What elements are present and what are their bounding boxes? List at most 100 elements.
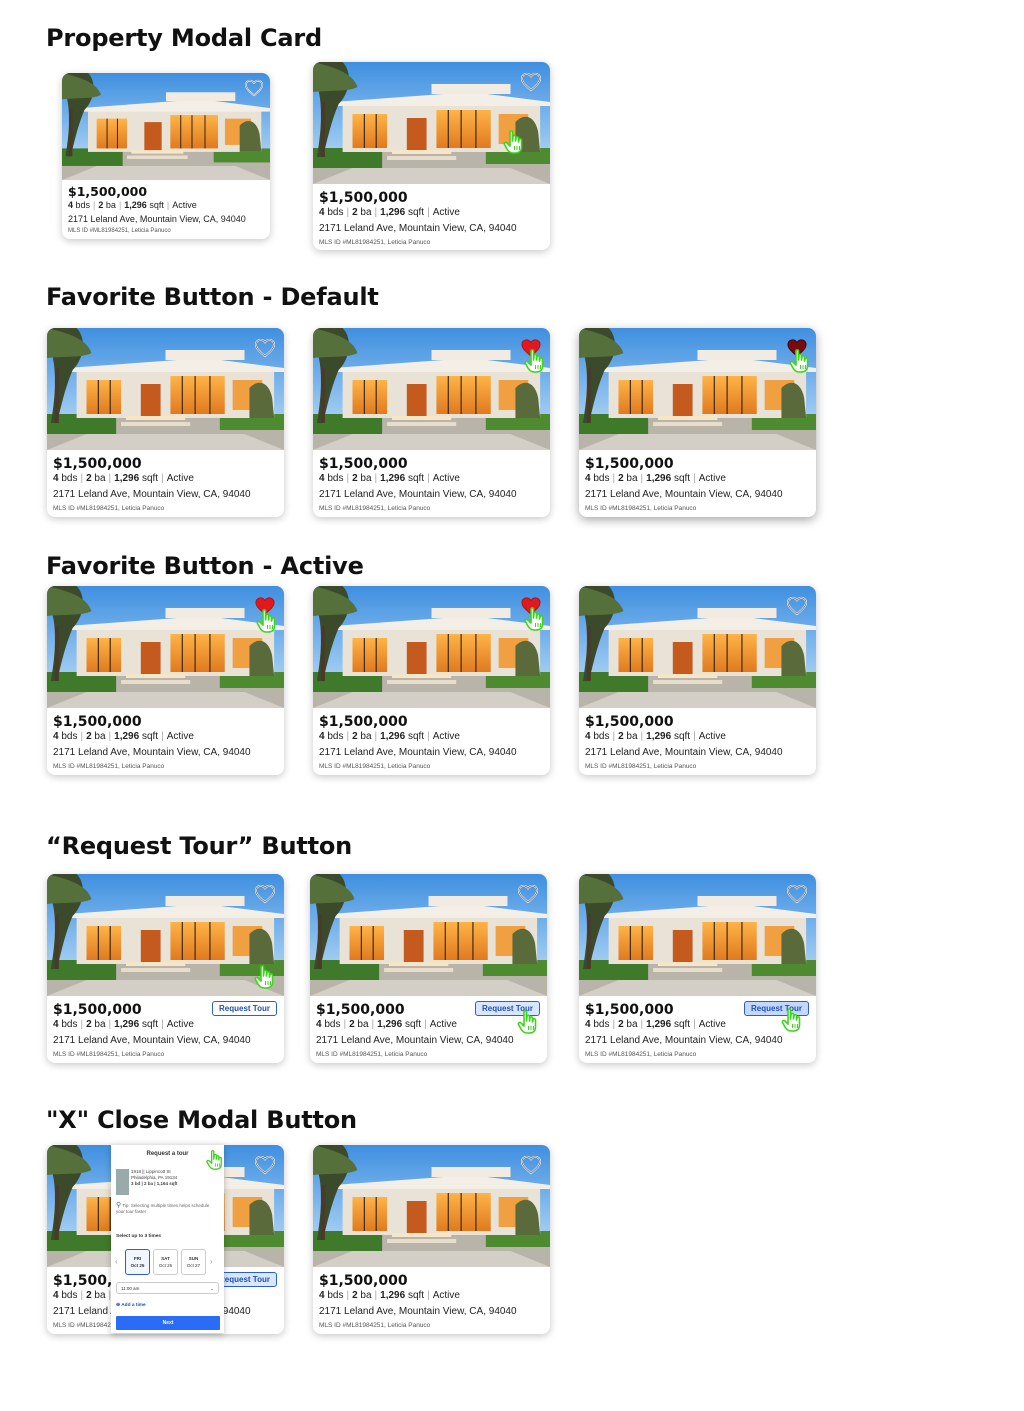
mls-id: MLS ID #ML81984251, Leticia Panuco [53, 1051, 165, 1058]
pointer-hand-icon [502, 129, 526, 155]
mls-id: MLS ID #ML81984251, Leticia Panuco [316, 1051, 428, 1058]
time-select[interactable]: 11:00 am ⌄ [116, 1282, 219, 1294]
next-button[interactable]: Next [116, 1316, 220, 1330]
property-address: 2171 Leland Ave, Mountain View, CA, 9404… [53, 489, 251, 500]
day-option[interactable]: FRI Oct 25 [125, 1249, 150, 1275]
section-title-close-modal: "X" Close Modal Button [46, 1106, 357, 1134]
property-address: 2171 Leland Ave, Mountain View, CA, 9404… [53, 1035, 251, 1046]
property-photo [579, 328, 816, 450]
heart-outline-icon[interactable] [786, 884, 808, 904]
property-card[interactable]: $1,500,000 4 bds | 2 ba | 1,296 sqft | Active … [62, 73, 270, 239]
section-title-favorite-default: Favorite Button - Default [46, 283, 379, 311]
property-facts: 4 bds|2 ba|1,296 sqft|Active [316, 1019, 457, 1030]
property-address: 2171 Leland Ave, Mountain View, CA, 9404… [319, 223, 517, 234]
property-facts: 4 bds|2 ba|1,296 sqft|Active [53, 473, 194, 484]
property-photo [47, 328, 284, 450]
heart-outline-icon[interactable] [244, 79, 264, 97]
modal-property-address: 1918 || Lippincott St Philadelphia, PA 1… [131, 1169, 178, 1186]
property-address: 2171 Leland Ave, Mountain View, CA, 9404… [319, 1306, 517, 1317]
property-card[interactable]: $1,500,000 4 bds | 2 ba | 1,296 sqft | Active … [579, 586, 816, 775]
property-facts: 4 bds|2 ba|1,296 sqft|Active [53, 1019, 194, 1030]
property-photo [313, 1145, 550, 1267]
pointer-hand-icon [788, 348, 812, 374]
request-tour-modal: Request a tour 1918 || Lippincott St Phi… [111, 1145, 224, 1333]
day-option[interactable]: SUN Oct 27 [181, 1249, 206, 1275]
property-photo [579, 586, 816, 708]
price: $1,500,000 [585, 456, 674, 472]
property-card-hover[interactable]: $1,500,000 4 bds | 2 ba | 1,296 sqft | Active … [313, 62, 550, 250]
location-pin-icon: ⚲ [116, 1202, 122, 1209]
mls-id: MLS ID #ML81984251, Leticia Panuco [319, 505, 431, 512]
chevron-left-icon[interactable]: ‹ [115, 1257, 118, 1266]
property-facts: 4 bds|2 ba|1,296 sqft|Active [585, 473, 726, 484]
heart-outline-icon[interactable] [517, 884, 539, 904]
property-address: 2171 Leland Ave, Mountain View, CA, 9404… [316, 1035, 514, 1046]
pointer-hand-icon [253, 964, 277, 990]
property-photo [313, 328, 550, 450]
price: $1,500,000 [68, 184, 148, 199]
modal-tip: ⚲ Tip: Selecting multiple times helps sc… [116, 1202, 210, 1214]
section-title-request-tour: “Request Tour” Button [46, 832, 353, 860]
heart-outline-icon[interactable] [786, 596, 808, 616]
property-card[interactable]: $1,500,000 4 bds | 2 ba | 1,296 sqft | Active … [313, 1145, 550, 1334]
property-card[interactable]: $1,500,000 4 bds | 2 ba | 1,296 sqft | Active … [313, 586, 550, 775]
heart-outline-icon[interactable] [254, 884, 276, 904]
property-card[interactable]: Request Tour $1,500,000 4 bds|2 ba|1,296… [579, 874, 816, 1063]
property-card[interactable]: $1,500,000 4 bds | 2 ba | 1,296 sqft | Active … [579, 328, 816, 517]
price: $1,500,000 [53, 1002, 142, 1018]
property-card[interactable]: $1,500,000 4 bds | 2 ba | 1,296 sqft | Active … [47, 328, 284, 517]
heart-outline-icon[interactable] [520, 72, 542, 92]
heart-outline-icon[interactable] [254, 1155, 276, 1175]
property-facts: 4 bds|2 ba|1,296 sqft|Active [319, 207, 460, 218]
property-card[interactable]: $1,500,000 4 bds | 2 ba | 1,296 sqft | Active … [47, 586, 284, 775]
mls-id: MLS ID #ML81984251, Leticia Panuco [53, 763, 165, 770]
pointer-hand-icon [523, 606, 547, 632]
property-facts: 4 bds|2 ba|1,296 sqft|Active [319, 473, 460, 484]
property-card[interactable]: Request Tour $1,500,000 4 bds|2 ba|1,296… [47, 874, 284, 1063]
pointer-hand-icon [255, 608, 279, 634]
property-card[interactable]: Request Tour $1,500,000 4 bds|2 ba|1,296… [310, 874, 547, 1063]
section-title-property-modal-card: Property Modal Card [46, 24, 323, 52]
property-address: 2171 Leland Ave, Mountain View, CA, 9404… [585, 1035, 783, 1046]
day-option[interactable]: SAT Oct 26 [153, 1249, 178, 1275]
property-thumbnail [116, 1169, 129, 1195]
price: $1,500,000 [585, 714, 674, 730]
property-facts: 4 bds|2 ba|1,296 sqft|Active [585, 1019, 726, 1030]
mls-id: MLS ID #ML81984251, Leticia Panuco [53, 505, 165, 512]
mls-id: MLS ID #ML81984251, Leticia Panuco [319, 239, 431, 246]
pointer-hand-icon [205, 1149, 225, 1171]
price: $1,500,000 [53, 456, 142, 472]
price: $1,500,000 [319, 714, 408, 730]
mls-id: MLS ID #ML81984251, Leticia Panuco [68, 228, 171, 234]
property-address: 2171 Leland Ave, Mountain View, CA, 9404… [53, 747, 251, 758]
property-photo [47, 874, 284, 996]
price: $1,500,000 [585, 1002, 674, 1018]
property-facts: 4 bds|2 ba|1,296 sqft|Active [319, 1290, 460, 1301]
property-address: 2171 Leland Ave, Mountain View, CA, 9404… [319, 489, 517, 500]
property-photo [313, 62, 550, 184]
property-address: 2171 Leland Ave, Mountain View, CA, 9404… [585, 489, 783, 500]
mls-id: MLS ID #ML81984251, Leticia Panuco [585, 1051, 697, 1058]
price: $1,500,000 [319, 456, 408, 472]
property-photo [62, 73, 270, 180]
property-address: 2171 Leland Ave, Mountain View, CA, 9404… [68, 214, 246, 224]
price: $1,500,000 [319, 190, 408, 206]
property-facts: 4 bds|2 ba|1,296 sqft|Active [585, 731, 726, 742]
price: $1,500,000 [53, 714, 142, 730]
chevron-right-icon[interactable]: › [210, 1257, 213, 1266]
select-times-label: Select up to 3 times [116, 1234, 162, 1239]
property-facts: 4 bds|2 ba|1,296 sqft|Active [68, 200, 197, 210]
mls-id: MLS ID #ML81984251, Leticia Panuco [319, 763, 431, 770]
property-card[interactable]: $1,500,000 4 bds | 2 ba | 1,296 sqft | Active … [313, 328, 550, 517]
heart-outline-icon[interactable] [254, 338, 276, 358]
price: $1,500,000 [319, 1273, 408, 1289]
property-photo [313, 586, 550, 708]
section-title-favorite-active: Favorite Button - Active [46, 552, 364, 580]
chevron-down-icon: ⌄ [210, 1286, 214, 1291]
property-photo [47, 586, 284, 708]
add-time-link[interactable]: ⊕ Add a time [116, 1303, 146, 1308]
heart-outline-icon[interactable] [520, 1155, 542, 1175]
modal-property-summary: 1918 || Lippincott St Philadelphia, PA 1… [116, 1169, 219, 1197]
pointer-hand-icon [523, 348, 547, 374]
property-address: 2171 Leland Ave, Mountain View, CA, 9404… [585, 747, 783, 758]
